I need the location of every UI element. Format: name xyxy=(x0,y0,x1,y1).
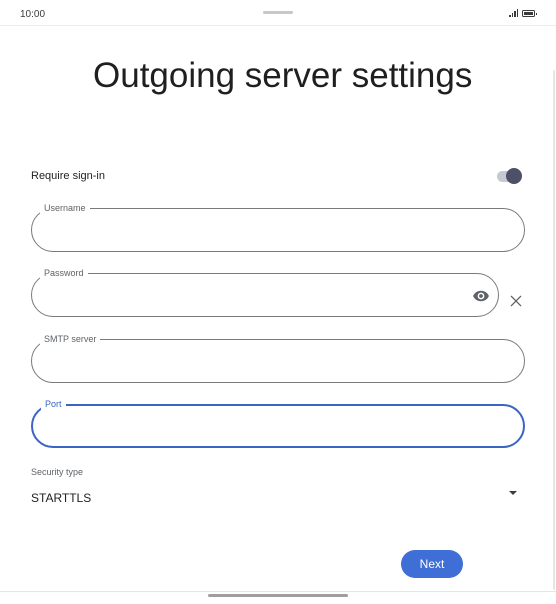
eye-icon[interactable] xyxy=(472,287,490,305)
require-signin-label: Require sign-in xyxy=(31,170,105,182)
page-title: Outgoing server settings xyxy=(93,56,473,95)
security-type-select[interactable]: STARTTLS xyxy=(31,484,525,510)
require-signin-toggle[interactable] xyxy=(497,168,523,185)
username-field[interactable]: Username xyxy=(31,202,525,252)
smtp-server-label: SMTP server xyxy=(40,333,101,345)
password-field[interactable]: Password xyxy=(31,267,499,317)
next-button[interactable]: Next xyxy=(401,550,463,578)
security-type-label: Security type xyxy=(31,467,84,477)
scrollbar[interactable] xyxy=(553,70,555,590)
password-label: Password xyxy=(40,267,88,279)
screen: 10:00 Outgoing server settings Require s… xyxy=(0,0,556,604)
password-input[interactable] xyxy=(46,288,462,304)
status-bar: 10:00 xyxy=(0,0,556,26)
bottom-divider xyxy=(0,591,556,592)
port-label: Port xyxy=(41,398,66,410)
smtp-server-input[interactable] xyxy=(46,354,510,370)
home-indicator[interactable] xyxy=(208,594,348,597)
toggle-thumb xyxy=(506,168,522,184)
battery-icon xyxy=(522,10,537,17)
close-icon[interactable] xyxy=(508,293,524,309)
security-type-value: STARTTLS xyxy=(31,491,92,505)
dropdown-arrow-icon xyxy=(509,491,517,495)
drag-handle[interactable] xyxy=(263,11,293,14)
port-field[interactable]: Port xyxy=(31,398,525,448)
status-time: 10:00 xyxy=(20,9,46,20)
port-input[interactable] xyxy=(47,420,509,436)
signal-icon xyxy=(509,9,519,17)
username-input[interactable] xyxy=(46,223,510,239)
username-label: Username xyxy=(40,202,90,214)
smtp-server-field[interactable]: SMTP server xyxy=(31,333,525,383)
